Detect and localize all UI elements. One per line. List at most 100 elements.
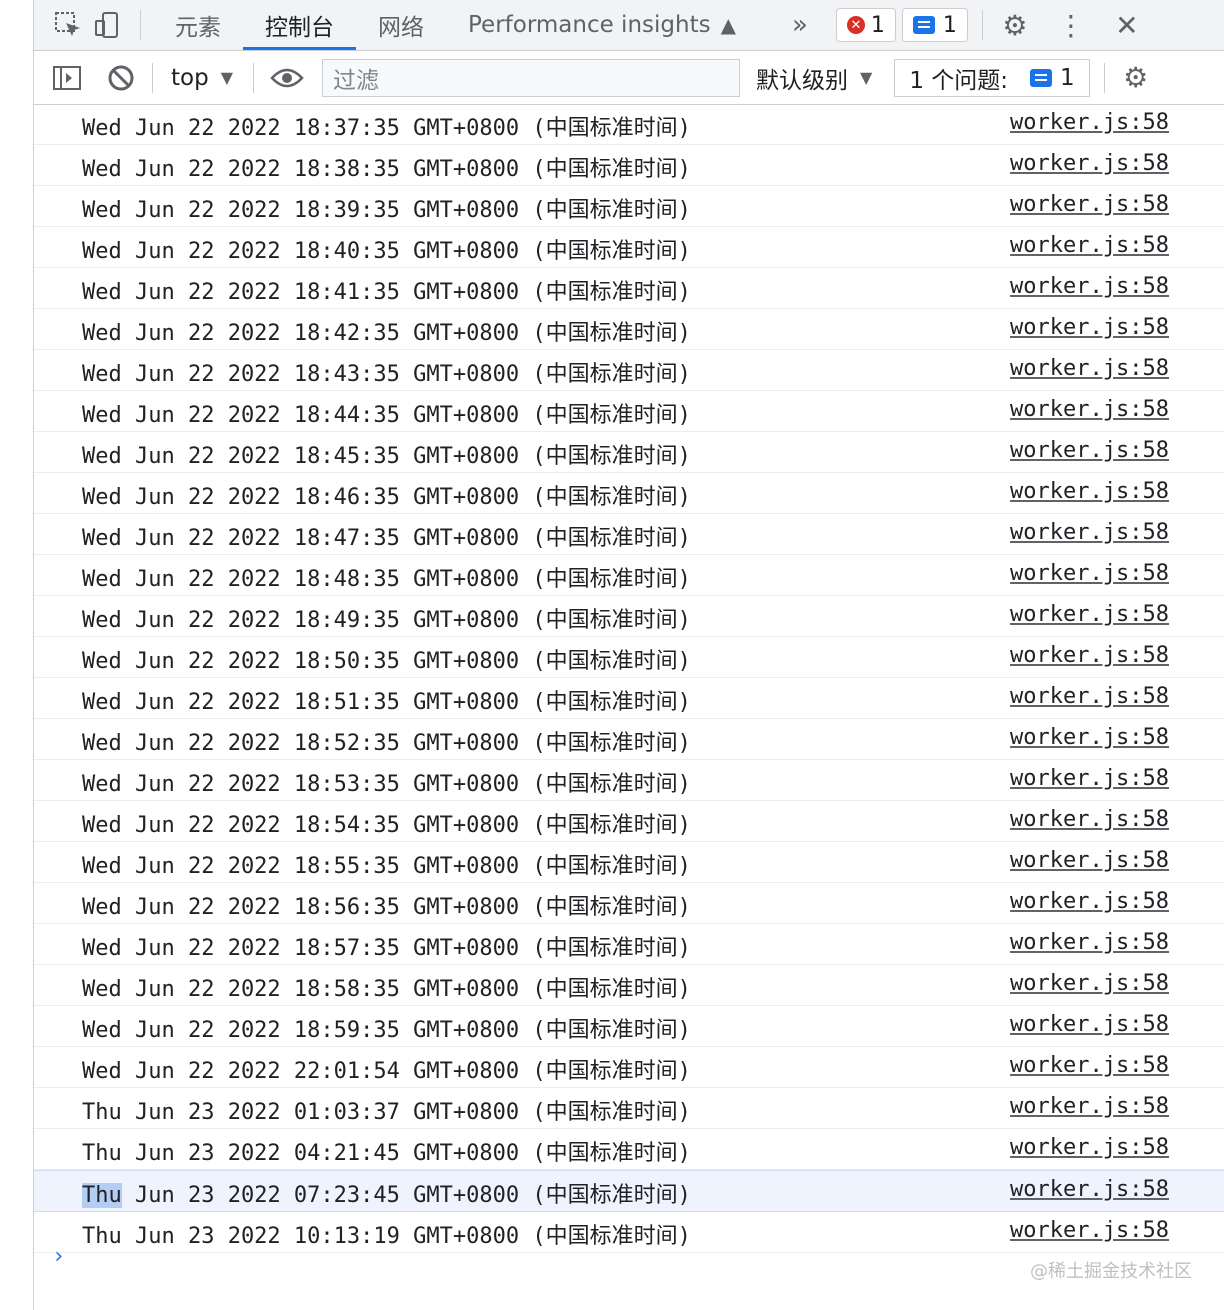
- log-message: Wed Jun 22 2022 18:56:35 GMT+0800 (中国标准时…: [82, 895, 691, 920]
- source-link[interactable]: worker.js:58: [1010, 1218, 1169, 1243]
- tab-label: 控制台: [265, 15, 334, 41]
- source-link[interactable]: worker.js:58: [1010, 930, 1169, 955]
- log-message: Wed Jun 22 2022 18:59:35 GMT+0800 (中国标准时…: [82, 1018, 691, 1043]
- source-link[interactable]: worker.js:58: [1010, 602, 1169, 627]
- log-row[interactable]: Thu Jun 23 2022 10:13:19 GMT+0800 (中国标准时…: [34, 1212, 1224, 1253]
- log-row[interactable]: Wed Jun 22 2022 18:47:35 GMT+0800 (中国标准时…: [34, 514, 1224, 555]
- source-link[interactable]: worker.js:58: [1010, 889, 1169, 914]
- context-selector[interactable]: top ▼: [157, 65, 247, 91]
- divider: [152, 62, 153, 93]
- log-row[interactable]: Wed Jun 22 2022 18:53:35 GMT+0800 (中国标准时…: [34, 760, 1224, 801]
- tab-elements[interactable]: 元素: [153, 0, 243, 50]
- filter-placeholder: 过滤: [333, 67, 380, 94]
- log-row[interactable]: Wed Jun 22 2022 18:45:35 GMT+0800 (中国标准时…: [34, 432, 1224, 473]
- log-row[interactable]: Thu Jun 23 2022 01:03:37 GMT+0800 (中国标准时…: [34, 1088, 1224, 1129]
- log-message: Wed Jun 22 2022 18:41:35 GMT+0800 (中国标准时…: [82, 280, 691, 305]
- source-link[interactable]: worker.js:58: [1010, 766, 1169, 791]
- log-row[interactable]: Wed Jun 22 2022 18:56:35 GMT+0800 (中国标准时…: [34, 883, 1224, 924]
- source-link[interactable]: worker.js:58: [1010, 315, 1169, 340]
- inspect-element-icon[interactable]: [48, 5, 88, 45]
- tab-network[interactable]: 网络: [356, 0, 446, 50]
- log-row[interactable]: Wed Jun 22 2022 18:38:35 GMT+0800 (中国标准时…: [34, 145, 1224, 186]
- log-message: Wed Jun 22 2022 22:01:54 GMT+0800 (中国标准时…: [82, 1059, 691, 1084]
- source-link[interactable]: worker.js:58: [1010, 110, 1169, 135]
- source-link[interactable]: worker.js:58: [1010, 807, 1169, 832]
- log-row[interactable]: Wed Jun 22 2022 18:48:35 GMT+0800 (中国标准时…: [34, 555, 1224, 596]
- close-icon[interactable]: ✕: [1099, 9, 1155, 42]
- source-link[interactable]: worker.js:58: [1010, 1177, 1169, 1202]
- source-link[interactable]: worker.js:58: [1010, 1053, 1169, 1078]
- log-row[interactable]: Wed Jun 22 2022 18:46:35 GMT+0800 (中国标准时…: [34, 473, 1224, 514]
- kebab-menu-icon[interactable]: ⋮: [1043, 9, 1099, 42]
- source-link[interactable]: worker.js:58: [1010, 520, 1169, 545]
- log-message: Wed Jun 22 2022 18:39:35 GMT+0800 (中国标准时…: [82, 198, 691, 223]
- log-row[interactable]: Wed Jun 22 2022 18:44:35 GMT+0800 (中国标准时…: [34, 391, 1224, 432]
- log-row[interactable]: Wed Jun 22 2022 18:51:35 GMT+0800 (中国标准时…: [34, 678, 1224, 719]
- source-link[interactable]: worker.js:58: [1010, 1012, 1169, 1037]
- gear-icon[interactable]: ⚙: [1109, 61, 1163, 94]
- errors-count: 1: [870, 12, 885, 38]
- log-row[interactable]: Wed Jun 22 2022 18:57:35 GMT+0800 (中国标准时…: [34, 924, 1224, 965]
- log-row[interactable]: Wed Jun 22 2022 22:01:54 GMT+0800 (中国标准时…: [34, 1047, 1224, 1088]
- log-levels-dropdown[interactable]: 默认级别 ▼: [740, 61, 888, 95]
- tab-label: 网络: [378, 15, 424, 41]
- tab-console[interactable]: 控制台: [243, 0, 356, 50]
- log-row[interactable]: Wed Jun 22 2022 18:52:35 GMT+0800 (中国标准时…: [34, 719, 1224, 760]
- log-row[interactable]: Wed Jun 22 2022 18:41:35 GMT+0800 (中国标准时…: [34, 268, 1224, 309]
- log-message: Wed Jun 22 2022 18:46:35 GMT+0800 (中国标准时…: [82, 485, 691, 510]
- device-toolbar-icon[interactable]: [88, 5, 128, 45]
- log-message: Wed Jun 22 2022 18:57:35 GMT+0800 (中国标准时…: [82, 936, 691, 961]
- chevron-double-right-icon[interactable]: »: [792, 10, 808, 40]
- source-link[interactable]: worker.js:58: [1010, 192, 1169, 217]
- console-prompt[interactable]: ›: [52, 1244, 65, 1269]
- source-link[interactable]: worker.js:58: [1010, 233, 1169, 258]
- log-row[interactable]: Wed Jun 22 2022 18:37:35 GMT+0800 (中国标准时…: [34, 104, 1224, 145]
- log-message: Wed Jun 22 2022 18:42:35 GMT+0800 (中国标准时…: [82, 321, 691, 346]
- log-row[interactable]: Thu Jun 23 2022 04:21:45 GMT+0800 (中国标准时…: [34, 1129, 1224, 1170]
- log-row[interactable]: Wed Jun 22 2022 18:40:35 GMT+0800 (中国标准时…: [34, 227, 1224, 268]
- console-log: Wed Jun 22 2022 18:37:35 GMT+0800 (中国标准时…: [34, 104, 1224, 1253]
- gear-icon[interactable]: ⚙: [987, 9, 1043, 42]
- filter-input[interactable]: 过滤: [322, 58, 741, 97]
- text-selection: Thu: [82, 1183, 122, 1208]
- log-row[interactable]: Wed Jun 22 2022 18:50:35 GMT+0800 (中国标准时…: [34, 637, 1224, 678]
- messages-badge[interactable]: 1: [901, 8, 968, 42]
- tab-bar: 元素 控制台 网络 Performance insights ▲ » ✕ 1 1…: [34, 0, 1224, 51]
- source-link[interactable]: worker.js:58: [1010, 356, 1169, 381]
- log-message: Wed Jun 22 2022 18:51:35 GMT+0800 (中国标准时…: [82, 690, 691, 715]
- log-row[interactable]: Wed Jun 22 2022 18:39:35 GMT+0800 (中国标准时…: [34, 186, 1224, 227]
- issues-button[interactable]: 1 个问题: 1: [894, 58, 1090, 97]
- source-link[interactable]: worker.js:58: [1010, 561, 1169, 586]
- log-row[interactable]: Wed Jun 22 2022 18:55:35 GMT+0800 (中国标准时…: [34, 842, 1224, 883]
- clear-console-icon[interactable]: [94, 64, 148, 92]
- log-message: Wed Jun 22 2022 18:49:35 GMT+0800 (中国标准时…: [82, 608, 691, 633]
- log-row[interactable]: Wed Jun 22 2022 18:54:35 GMT+0800 (中国标准时…: [34, 801, 1224, 842]
- source-link[interactable]: worker.js:58: [1010, 684, 1169, 709]
- tab-performance-insights[interactable]: Performance insights ▲: [446, 0, 758, 50]
- live-expression-eye-icon[interactable]: [260, 66, 314, 90]
- source-link[interactable]: worker.js:58: [1010, 397, 1169, 422]
- log-row[interactable]: Wed Jun 22 2022 18:42:35 GMT+0800 (中国标准时…: [34, 309, 1224, 350]
- log-row[interactable]: Wed Jun 22 2022 18:43:35 GMT+0800 (中国标准时…: [34, 350, 1224, 391]
- source-link[interactable]: worker.js:58: [1010, 1094, 1169, 1119]
- dropdown-arrow-icon: ▼: [220, 68, 234, 87]
- sidebar-toggle-icon[interactable]: [40, 65, 94, 91]
- source-link[interactable]: worker.js:58: [1010, 848, 1169, 873]
- source-link[interactable]: worker.js:58: [1010, 643, 1169, 668]
- log-row[interactable]: Wed Jun 22 2022 18:49:35 GMT+0800 (中国标准时…: [34, 596, 1224, 637]
- source-link[interactable]: worker.js:58: [1010, 274, 1169, 299]
- source-link[interactable]: worker.js:58: [1010, 151, 1169, 176]
- log-message: Wed Jun 22 2022 18:58:35 GMT+0800 (中国标准时…: [82, 977, 691, 1002]
- log-row[interactable]: Wed Jun 22 2022 18:58:35 GMT+0800 (中国标准时…: [34, 965, 1224, 1006]
- context-label: top: [171, 64, 209, 91]
- dropdown-arrow-icon: ▼: [860, 68, 873, 87]
- source-link[interactable]: worker.js:58: [1010, 725, 1169, 750]
- source-link[interactable]: worker.js:58: [1010, 1135, 1169, 1160]
- source-link[interactable]: worker.js:58: [1010, 971, 1169, 996]
- flask-icon: ▲: [720, 13, 736, 37]
- source-link[interactable]: worker.js:58: [1010, 438, 1169, 463]
- source-link[interactable]: worker.js:58: [1010, 479, 1169, 504]
- log-row[interactable]: Wed Jun 22 2022 18:59:35 GMT+0800 (中国标准时…: [34, 1006, 1224, 1047]
- log-row[interactable]: Thu Jun 23 2022 07:23:45 GMT+0800 (中国标准时…: [34, 1170, 1224, 1212]
- errors-badge[interactable]: ✕ 1: [835, 8, 896, 42]
